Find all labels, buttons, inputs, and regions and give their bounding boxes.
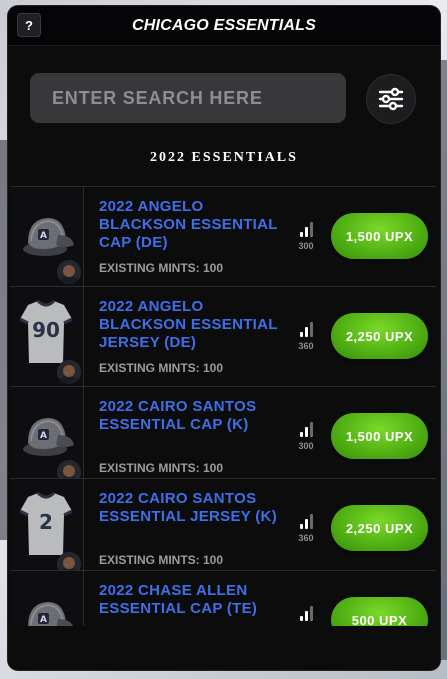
header-bar: ? CHICAGO ESSENTIALS [8, 6, 440, 46]
item-name[interactable]: 2022 CHASE ALLEN ESSENTIAL CAP (TE) [99, 582, 289, 618]
svg-text:A: A [40, 231, 47, 241]
signal-bars-icon [294, 605, 318, 621]
item-name[interactable]: 2022 CAIRO SANTOS ESSENTIAL CAP (K) [99, 398, 289, 434]
page-title: CHICAGO ESSENTIALS [131, 16, 317, 34]
section-title: 2022 ESSENTIALS [150, 150, 298, 165]
signal-bars-icon [294, 421, 318, 437]
buy-price-button[interactable]: 1,500 UPX [331, 413, 428, 459]
rarity-indicator: 300 [294, 421, 318, 451]
buy-price-button[interactable]: 2,250 UPX [331, 505, 428, 551]
existing-mints: EXISTING MINTS: 100 [99, 261, 224, 275]
list-item[interactable]: A 2022 CHASE ALLEN ESSENTIAL CAP (TE) 500… [10, 570, 436, 626]
rarity-indicator: 360 [294, 513, 318, 543]
cap-image: A [18, 589, 78, 626]
item-name[interactable]: 2022 CAIRO SANTOS ESSENTIAL JERSEY (K) [99, 490, 289, 526]
item-list: A 2022 ANGELO BLACKSON ESSENTIAL CAP (DE… [10, 186, 436, 626]
rarity-value: 300 [298, 441, 314, 451]
rarity-value: 300 [298, 241, 314, 251]
svg-text:A: A [40, 431, 47, 441]
rarity-value: 360 [298, 341, 314, 351]
player-avatar [57, 260, 81, 284]
item-info: 2022 ANGELO BLACKSON ESSENTIAL CAP (DE) E… [84, 187, 436, 286]
signal-bars-icon [294, 221, 318, 237]
list-item[interactable]: A 2022 CAIRO SANTOS ESSENTIAL CAP (K) EXI… [10, 386, 436, 486]
item-name[interactable]: 2022 ANGELO BLACKSON ESSENTIAL CAP (DE) [99, 198, 289, 252]
signal-bars-icon [294, 513, 318, 529]
svg-text:90: 90 [32, 318, 60, 342]
svg-text:2: 2 [39, 510, 53, 534]
search-input[interactable] [52, 87, 332, 109]
rarity-indicator: 300 [294, 221, 318, 251]
jersey-thumbnail: 90 [10, 287, 84, 386]
list-item[interactable]: 90 2022 ANGELO BLACKSON ESSENTIAL JERSEY… [10, 286, 436, 386]
item-info: 2022 CHASE ALLEN ESSENTIAL CAP (TE) 500 U… [84, 571, 436, 626]
rarity-value: 360 [298, 533, 314, 543]
buy-price-button[interactable]: 2,250 UPX [331, 313, 428, 359]
item-info: 2022 CAIRO SANTOS ESSENTIAL CAP (K) EXIST… [84, 387, 436, 486]
search-box[interactable] [30, 73, 346, 123]
signal-bars-icon [294, 321, 318, 337]
cap-thumbnail: A [10, 187, 84, 286]
existing-mints: EXISTING MINTS: 100 [99, 361, 224, 375]
list-item[interactable]: 2 2022 CAIRO SANTOS ESSENTIAL JERSEY (K)… [10, 478, 436, 578]
panel-footer [8, 626, 440, 670]
buy-price-button[interactable]: 1,500 UPX [331, 213, 428, 259]
existing-mints: EXISTING MINTS: 100 [99, 553, 224, 567]
item-info: 2022 CAIRO SANTOS ESSENTIAL JERSEY (K) EX… [84, 479, 436, 578]
player-avatar [57, 360, 81, 384]
cap-thumbnail: A [10, 387, 84, 486]
search-row [30, 73, 428, 124]
cap-thumbnail: A [10, 571, 84, 626]
existing-mints: EXISTING MINTS: 100 [99, 461, 224, 475]
filter-button[interactable] [366, 74, 416, 124]
shop-panel: ? CHICAGO ESSENTIALS 2022 ESSENTIALS [8, 6, 440, 670]
sliders-icon [378, 87, 404, 111]
rarity-indicator [294, 605, 318, 621]
item-info: 2022 ANGELO BLACKSON ESSENTIAL JERSEY (D… [84, 287, 436, 386]
list-item[interactable]: A 2022 ANGELO BLACKSON ESSENTIAL CAP (DE… [10, 186, 436, 286]
rarity-indicator: 360 [294, 321, 318, 351]
buy-price-button[interactable]: 500 UPX [331, 597, 428, 626]
jersey-thumbnail: 2 [10, 479, 84, 578]
help-button[interactable]: ? [17, 13, 41, 37]
svg-text:A: A [40, 615, 47, 625]
item-name[interactable]: 2022 ANGELO BLACKSON ESSENTIAL JERSEY (D… [99, 298, 289, 352]
